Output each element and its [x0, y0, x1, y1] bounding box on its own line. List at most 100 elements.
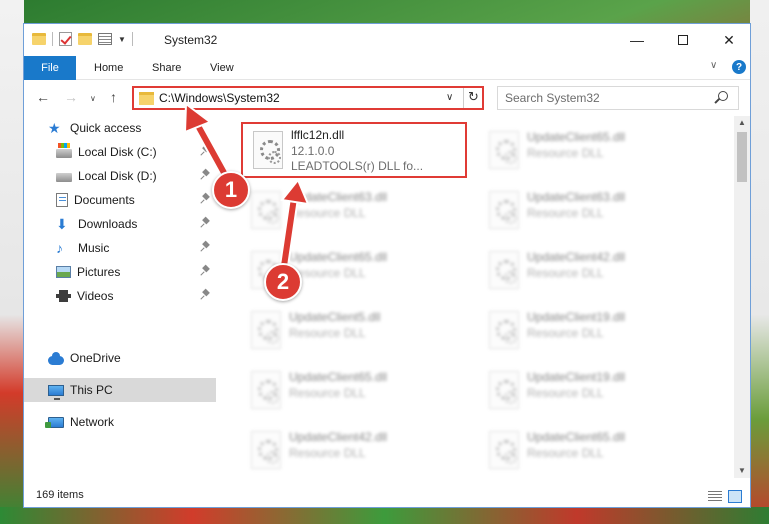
vertical-scrollbar[interactable]: ▲ ▼: [734, 116, 750, 478]
desktop-background-bottom: [0, 507, 769, 524]
sidebar-item-downloads[interactable]: ⬇ Downloads: [24, 212, 216, 236]
sidebar-item-local-disk-c[interactable]: Local Disk (C:): [24, 140, 216, 164]
item-count: 169 items: [36, 489, 84, 501]
tab-file[interactable]: File: [24, 56, 76, 80]
scroll-thumb[interactable]: [737, 132, 747, 182]
properties-check-icon[interactable]: [59, 32, 72, 46]
pin-icon[interactable]: [202, 290, 210, 300]
explorer-window: ▼ System32 — ✕ File Home Share View ∨ ? …: [23, 23, 751, 508]
close-button[interactable]: ✕: [706, 24, 750, 56]
sidebar-item-label: Quick access: [70, 121, 142, 135]
scroll-down-icon[interactable]: ▼: [738, 466, 746, 475]
dll-file-icon: [251, 371, 281, 409]
sidebar-item-documents[interactable]: Documents: [24, 188, 216, 212]
star-icon: ★: [48, 120, 61, 136]
file-name: lfflc12n.dll: [291, 128, 345, 142]
sidebar-item-this-pc[interactable]: This PC: [24, 378, 216, 402]
title-bar: ▼ System32 — ✕: [24, 24, 750, 56]
sidebar-item-network[interactable]: Network: [24, 410, 216, 434]
file-tile[interactable]: UpdateClient19.dll Resource DLL: [479, 306, 705, 358]
address-path[interactable]: C:\Windows\System32: [159, 91, 280, 105]
music-icon: ♪: [56, 240, 63, 256]
help-icon[interactable]: ?: [732, 60, 746, 74]
file-type: Resource DLL: [289, 206, 366, 220]
file-type: Resource DLL: [527, 266, 604, 280]
download-icon: ⬇: [56, 216, 68, 232]
file-tile[interactable]: UpdateClient19.dll Resource DLL: [479, 366, 705, 418]
file-description: LEADTOOLS(r) DLL fo...: [291, 159, 424, 173]
desktop-background-left: [0, 0, 24, 524]
file-tile[interactable]: UpdateClient5.dll Resource DLL: [241, 306, 467, 358]
file-tile[interactable]: UpdateClient65.dll Resource DLL: [479, 126, 705, 178]
new-folder-icon[interactable]: [78, 33, 92, 45]
step-callout-2: 2: [264, 263, 302, 301]
sidebar-item-onedrive[interactable]: OneDrive: [24, 346, 216, 370]
pictures-icon: [56, 266, 71, 278]
sidebar-item-videos[interactable]: Videos: [24, 284, 216, 308]
sidebar-item-music[interactable]: ♪ Music: [24, 236, 216, 260]
file-type: Resource DLL: [289, 446, 366, 460]
sidebar-item-quick-access[interactable]: ★ Quick access: [24, 116, 216, 140]
cloud-icon: [48, 351, 64, 365]
forward-button[interactable]: →: [64, 89, 78, 105]
back-button[interactable]: ←: [36, 89, 50, 105]
properties-list-icon[interactable]: [98, 33, 112, 45]
tab-view[interactable]: View: [210, 56, 234, 80]
file-type: Resource DLL: [289, 326, 366, 340]
toolbar-divider: [131, 32, 133, 46]
dll-file-icon: [489, 311, 519, 349]
sidebar-item-label: Downloads: [78, 217, 138, 231]
file-tile[interactable]: UpdateClient65.dll Resource DLL: [241, 366, 467, 418]
scroll-up-icon[interactable]: ▲: [738, 118, 746, 127]
file-type: Resource DLL: [527, 146, 604, 160]
file-tile[interactable]: UpdateClient42.dll Resource DLL: [241, 426, 467, 476]
sidebar-item-local-disk-d[interactable]: Local Disk (D:): [24, 164, 216, 188]
file-type: Resource DLL: [527, 386, 604, 400]
search-input[interactable]: Search System32: [497, 86, 739, 110]
file-version: 12.1.0.0: [291, 144, 335, 158]
sidebar-item-label: Documents: [74, 193, 135, 207]
file-tile[interactable]: UpdateClient63.dll Resource DLL: [241, 186, 467, 238]
dll-file-icon: [489, 251, 519, 289]
dll-file-icon: [251, 431, 281, 469]
sidebar-item-pictures[interactable]: Pictures: [24, 260, 216, 284]
file-name: UpdateClient63.dll: [527, 190, 626, 204]
minimize-button[interactable]: —: [614, 24, 660, 56]
pin-icon[interactable]: [202, 170, 210, 180]
maximize-button[interactable]: [660, 24, 706, 56]
file-tile-lfflc12n[interactable]: lfflc12n.dll 12.1.0.0 LEADTOOLS(r) DLL f…: [241, 122, 467, 178]
desktop-background-right: [750, 0, 769, 524]
window-title: System32: [164, 33, 218, 47]
sidebar-item-label: Local Disk (D:): [78, 169, 157, 183]
tab-home[interactable]: Home: [94, 56, 123, 80]
up-button[interactable]: ↑: [110, 89, 117, 105]
search-icon[interactable]: [718, 91, 728, 101]
status-bar: 169 items: [24, 486, 750, 507]
recent-locations-button[interactable]: ∨: [90, 94, 96, 103]
dll-file-icon: [251, 311, 281, 349]
pin-icon[interactable]: [202, 218, 210, 228]
file-tile[interactable]: UpdateClient65.dll Resource DLL: [479, 426, 705, 476]
pin-icon[interactable]: [202, 266, 210, 276]
address-dropdown-icon[interactable]: ∨: [446, 92, 453, 103]
details-view-icon[interactable]: [708, 491, 722, 502]
file-tile[interactable]: UpdateClient42.dll Resource DLL: [479, 246, 705, 298]
pin-icon[interactable]: [202, 194, 210, 204]
tab-share[interactable]: Share: [152, 56, 181, 80]
pin-icon[interactable]: [202, 146, 210, 156]
pin-icon[interactable]: [202, 242, 210, 252]
file-name: UpdateClient65.dll: [527, 430, 626, 444]
refresh-icon[interactable]: ↻: [468, 89, 479, 105]
dll-file-icon: [489, 191, 519, 229]
sidebar-item-label: Pictures: [77, 265, 121, 279]
drive-c-icon: [56, 143, 72, 158]
computer-icon: [48, 384, 64, 400]
customize-toolbar-dropdown-icon[interactable]: ▼: [118, 35, 126, 44]
quick-access-toolbar: ▼: [32, 32, 133, 46]
dll-file-icon: [489, 131, 519, 169]
address-bar[interactable]: C:\Windows\System32 ∨ ↻: [132, 86, 484, 110]
large-icons-view-icon[interactable]: [728, 490, 742, 503]
file-name: UpdateClient65.dll: [289, 370, 388, 384]
expand-ribbon-icon[interactable]: ∨: [710, 60, 717, 71]
file-tile[interactable]: UpdateClient63.dll Resource DLL: [479, 186, 705, 238]
